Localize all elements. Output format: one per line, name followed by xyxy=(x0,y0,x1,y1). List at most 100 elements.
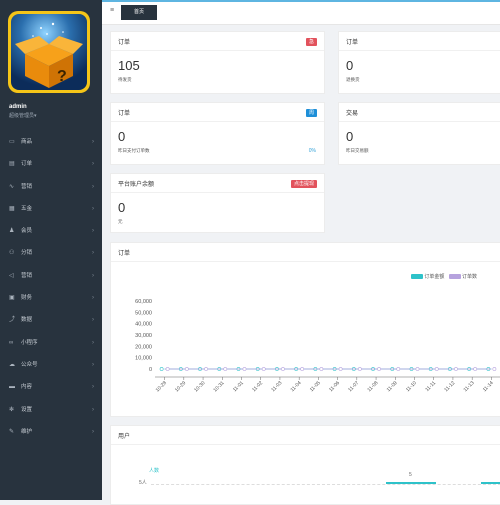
hamburger-icon[interactable]: ≡ xyxy=(110,7,114,14)
data-point[interactable] xyxy=(261,367,266,371)
chevron-right-icon: › xyxy=(92,384,94,391)
card-yesterday-orders: 订单 周 0 昨日支付订单数 0% xyxy=(110,102,325,165)
sidebar-item[interactable]: ◁ 营销 › xyxy=(0,265,102,287)
sidebar-item[interactable]: ⚇ 分销 › xyxy=(0,242,102,264)
users-chart-panel: 用户 人数 5人 5 xyxy=(110,425,500,505)
data-point[interactable] xyxy=(204,367,208,371)
sidebar-item[interactable]: ▬ 内容 › xyxy=(0,376,102,398)
data-point[interactable] xyxy=(165,367,170,371)
chevron-down-icon: ▾ xyxy=(34,113,37,119)
sidebar-item[interactable]: ▦ 五金 › xyxy=(0,198,102,220)
x-tick-label: 10-28 xyxy=(155,380,168,393)
sidebar-item-label: 五金 xyxy=(21,205,33,212)
chevron-right-icon: › xyxy=(92,228,94,235)
data-point[interactable] xyxy=(223,367,228,371)
sidebar-item[interactable]: ▣ 财务 › xyxy=(0,287,102,309)
users-axis-name: 人数 xyxy=(149,468,160,474)
yesterday-order-count: 0 xyxy=(118,129,126,144)
users-bar xyxy=(386,482,436,484)
data-point[interactable] xyxy=(357,367,362,371)
data-point[interactable] xyxy=(396,367,401,371)
topbar: ≡ 首页 xyxy=(102,0,500,25)
sidebar-item-label: 营销 xyxy=(21,272,33,279)
avatar[interactable]: ? xyxy=(8,11,90,93)
card-subtitle: 昨日交易额 xyxy=(346,148,369,153)
card-returns: 订单 0 退换货 xyxy=(338,31,500,94)
divider xyxy=(111,444,500,445)
content-icon: ▬ xyxy=(9,384,15,391)
chevron-right-icon: › xyxy=(92,406,94,413)
distribution-icon: ⚇ xyxy=(9,250,15,257)
card-trade: 交易 0 昨日交易额 xyxy=(338,102,500,165)
tab-home[interactable]: 首页 xyxy=(121,5,157,20)
chevron-right-icon: › xyxy=(92,272,94,279)
wrench-icon: ✎ xyxy=(9,428,15,435)
sidebar-item-label: 财务 xyxy=(21,295,33,302)
sidebar-item-label: 商品 xyxy=(21,139,33,145)
users-data-label: 5 xyxy=(409,472,412,478)
data-point[interactable] xyxy=(377,367,381,371)
sidebar-item[interactable]: ⤴ 数据 › xyxy=(0,309,102,331)
loading-bar xyxy=(102,0,500,2)
sidebar-item[interactable]: ♟ 会员 › xyxy=(0,220,102,242)
data-point[interactable] xyxy=(242,367,247,371)
x-tick-label: 11-08 xyxy=(366,380,379,393)
x-tick-label: 11-01 xyxy=(232,380,245,393)
chevron-right-icon: › xyxy=(92,139,94,145)
panel-title: 用户 xyxy=(118,434,131,440)
x-tick-label: 11-09 xyxy=(386,380,399,393)
y-tick-label: 10,000 xyxy=(135,356,152,362)
card-title: 交易 xyxy=(346,111,359,117)
data-point[interactable] xyxy=(300,367,305,371)
user-role-dropdown[interactable]: 超级管理员▾ xyxy=(9,112,37,119)
data-point[interactable] xyxy=(454,367,458,371)
gear-icon: ✻ xyxy=(9,406,15,413)
sidebar-item-label: 公众号 xyxy=(21,361,38,368)
withdraw-button[interactable]: 点击提现 xyxy=(290,180,317,188)
sidebar-item-label: 小程序 xyxy=(21,339,38,346)
data-point[interactable] xyxy=(159,367,164,371)
divider xyxy=(111,121,324,122)
x-tick-label: 11-14 xyxy=(482,380,495,393)
sidebar-item[interactable]: ▤ 订单 › xyxy=(0,153,102,175)
orders-line-chart: 0 10,000 20,000 30,000 40,000 50,000 60,000 10-… xyxy=(135,299,500,393)
divider xyxy=(111,192,324,193)
sidebar-item[interactable]: ∞ 小程序 › xyxy=(0,332,102,354)
sidebar-item[interactable]: ▭ 商品 › xyxy=(0,131,102,153)
svg-text:?: ? xyxy=(57,68,67,85)
chevron-right-icon: › xyxy=(92,361,94,368)
sidebar: ? admin 超级管理员▾ ▭ 商品 › ▤ 订单 › ∿ 营销 › ▦ 五金 › ♟ 会员 › ⚇ 分销 › ◁… xyxy=(0,0,102,500)
y-tick-label: 20,000 xyxy=(135,344,152,350)
data-point[interactable] xyxy=(281,367,285,371)
returns-count: 0 xyxy=(346,58,354,73)
card-subtitle: 待发货 xyxy=(118,77,132,82)
monitor-icon: ▭ xyxy=(9,139,15,145)
data-point[interactable] xyxy=(338,367,343,371)
x-tick-label: 11-11 xyxy=(424,380,437,393)
x-tick-label: 11-10 xyxy=(405,380,418,393)
card-subtitle: 退换货 xyxy=(346,77,360,82)
sidebar-item[interactable]: ∿ 营销 › xyxy=(0,176,102,198)
data-point[interactable] xyxy=(319,367,324,371)
data-point[interactable] xyxy=(434,367,439,371)
y-tick-label: 40,000 xyxy=(135,322,152,328)
badge-week: 周 xyxy=(305,109,317,117)
balance-amount: 0 xyxy=(118,200,126,215)
sidebar-item[interactable]: ☁ 公众号 › xyxy=(0,354,102,376)
data-point[interactable] xyxy=(184,367,189,371)
data-point[interactable] xyxy=(473,367,478,371)
chevron-right-icon: › xyxy=(92,339,94,346)
card-title: 订单 xyxy=(346,40,359,46)
money-icon: ▣ xyxy=(9,295,15,302)
data-point[interactable] xyxy=(415,367,420,371)
megaphone-icon: ◁ xyxy=(9,272,14,279)
y-tick-label: 0 xyxy=(149,367,152,373)
avatar-image: ? xyxy=(11,14,87,90)
grid-icon: ▦ xyxy=(9,205,15,212)
sidebar-item[interactable]: ✎ 维护 › xyxy=(0,421,102,443)
sidebar-item[interactable]: ✻ 设置 › xyxy=(0,399,102,421)
x-tick-label: 11-13 xyxy=(463,380,476,393)
y-tick-label: 60,000 xyxy=(135,299,152,305)
data-point[interactable] xyxy=(492,367,497,371)
x-tick-label: 10-29 xyxy=(174,380,187,393)
